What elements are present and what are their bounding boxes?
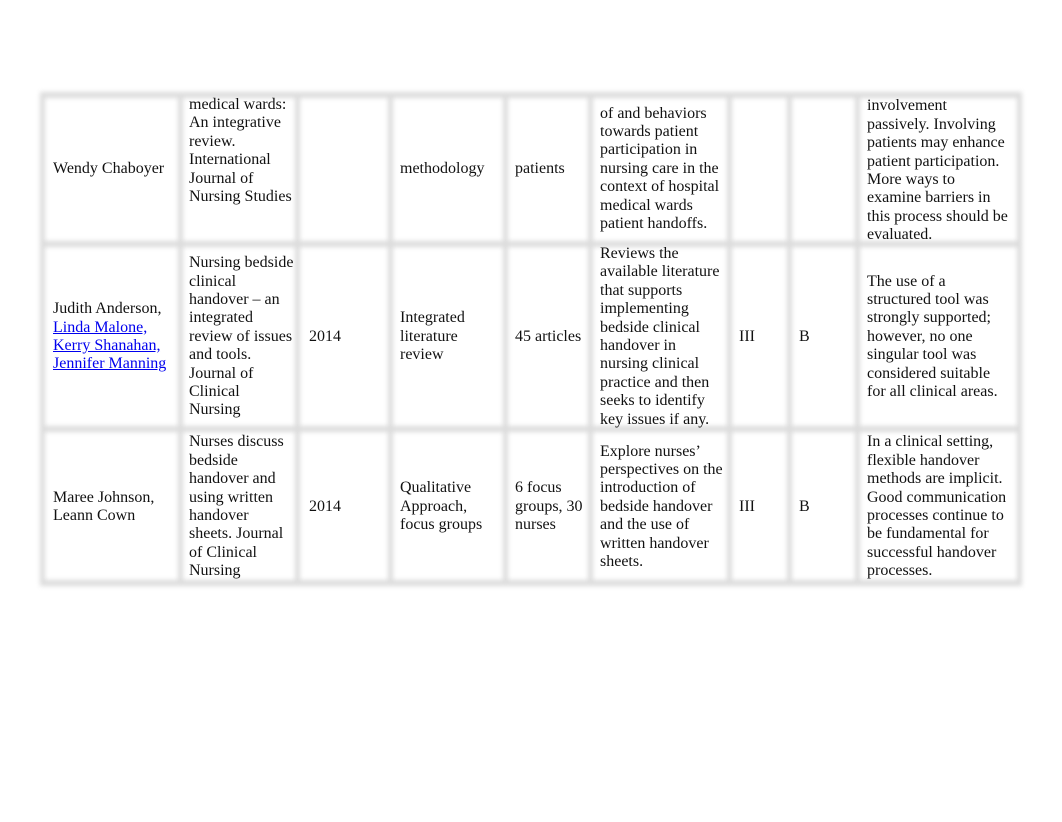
sample-text: 45 articles — [515, 327, 582, 345]
table-cell-sample: patients — [515, 95, 590, 243]
purpose-text: Reviews the available literature that su… — [600, 244, 720, 428]
table-cell-findings: involvement passively. Involving patient… — [867, 96, 1017, 246]
quality-text: B — [799, 497, 810, 515]
table-cell-year — [309, 95, 389, 243]
author-name: Leann Cown — [53, 507, 136, 524]
author-name: Maree Johnson, — [53, 488, 155, 506]
table-cell-title: Nurses discuss bedside handover and usin… — [189, 431, 297, 583]
year-text: 2014 — [309, 497, 341, 515]
table-cell-level: III — [739, 246, 789, 428]
table-cell-findings: In a clinical setting, flexible handover… — [867, 431, 1017, 583]
table-cell-authors: Maree Johnson, Leann Cown — [53, 431, 178, 583]
table-cell-level — [739, 95, 789, 243]
column-divider — [178, 92, 183, 586]
purpose-text: of and behaviors towards patient partici… — [600, 104, 720, 233]
title-text: Nursing bedside clinical handover – an i… — [189, 254, 294, 419]
table-cell-design: Qualitative Approach, focus groups — [400, 431, 505, 583]
author-link[interactable]: Kerry Shanahan, — [53, 337, 166, 355]
author-name: Wendy Chaboyer — [53, 159, 165, 177]
findings-text: involvement passively. Involving patient… — [867, 97, 1008, 244]
table-cell-quality — [799, 95, 854, 243]
title-text: Nurses discuss bedside handover and usin… — [189, 433, 284, 580]
quality-text: B — [799, 327, 810, 345]
level-text: III — [739, 497, 755, 515]
table-cell-title: medical wards: An integrative review. In… — [189, 96, 297, 244]
sample-text: 6 focus groups, 30 nurses — [515, 479, 583, 534]
design-text: Qualitative Approach, focus groups — [400, 479, 483, 534]
table-cell-design: methodology — [400, 95, 505, 243]
title-text: medical wards: An integrative review. In… — [189, 96, 292, 206]
table-cell-quality: B — [799, 431, 854, 583]
table-cell-year: 2014 — [309, 246, 389, 428]
authors-list: Wendy Chaboyer — [53, 160, 164, 178]
author-link[interactable]: Linda Malone, — [53, 319, 166, 337]
findings-text: In a clinical setting, flexible handover… — [867, 433, 1007, 580]
design-text: Integrated literature review — [400, 309, 465, 364]
table-cell-year: 2014 — [309, 431, 389, 583]
column-divider — [40, 92, 45, 586]
level-text: III — [739, 327, 755, 345]
column-divider — [1017, 92, 1022, 586]
findings-text: The use of a structured tool was strongl… — [867, 272, 998, 401]
table-cell-level: III — [739, 431, 789, 583]
table-cell-design: Integrated literature review — [400, 246, 505, 428]
author-name: Judith Anderson, — [53, 300, 162, 318]
table-cell-purpose: Reviews the available literature that su… — [600, 244, 728, 428]
table-cell-findings: The use of a structured tool was strongl… — [867, 246, 1017, 428]
table-cell-sample: 45 articles — [515, 246, 590, 428]
table-cell-title: Nursing bedside clinical handover – an i… — [189, 246, 297, 428]
year-text: 2014 — [309, 327, 341, 345]
table-cell-purpose: of and behaviors towards patient partici… — [600, 95, 728, 243]
column-divider — [855, 92, 860, 586]
authors-list: Judith Anderson, Linda Malone, Kerry Shana… — [53, 300, 166, 374]
table-cell-authors: Wendy Chaboyer — [53, 95, 178, 243]
author-link[interactable]: Jennifer Manning — [53, 355, 166, 373]
table-cell-sample: 6 focus groups, 30 nurses — [515, 431, 590, 583]
table-cell-authors: Judith Anderson, Linda Malone, Kerry Shana… — [53, 246, 178, 428]
authors-list: Maree Johnson, Leann Cown — [53, 489, 154, 526]
design-text: methodology — [400, 159, 485, 177]
sample-text: patients — [515, 159, 565, 177]
table-cell-quality: B — [799, 246, 854, 428]
table-cell-purpose: Explore nurses’ perspectives on the intr… — [600, 431, 728, 583]
purpose-text: Explore nurses’ perspectives on the intr… — [600, 442, 723, 571]
